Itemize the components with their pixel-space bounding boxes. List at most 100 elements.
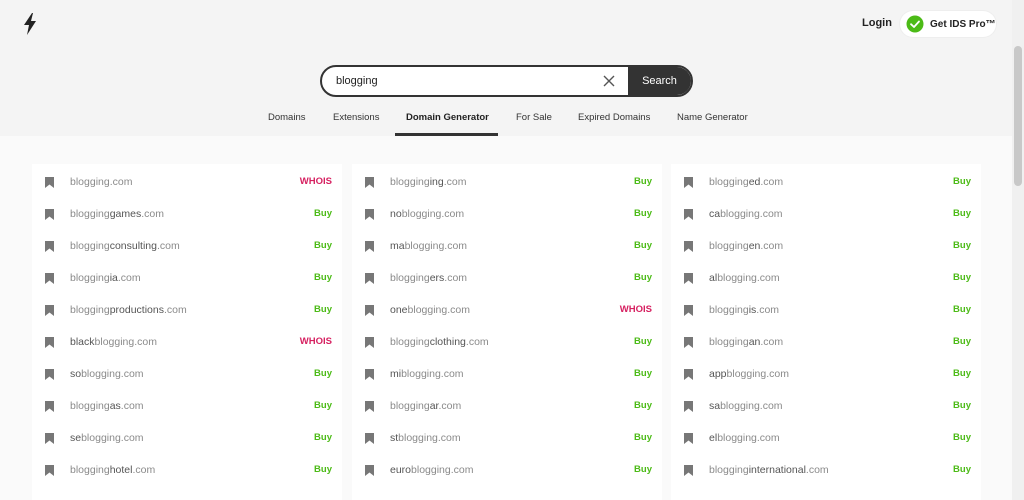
domain-row[interactable]: bloggingia.com Buy [32, 263, 342, 295]
bookmark-icon[interactable] [365, 337, 374, 348]
domain-name[interactable]: miblogging.com [390, 368, 464, 380]
domain-row[interactable]: bloggingar.com Buy [352, 391, 662, 423]
buy-link[interactable]: Buy [953, 432, 971, 443]
domain-row[interactable]: mablogging.com Buy [352, 231, 662, 263]
domain-name[interactable]: seblogging.com [70, 432, 144, 444]
bookmark-icon[interactable] [45, 433, 54, 444]
buy-link[interactable]: Buy [314, 304, 332, 315]
bookmark-icon[interactable] [365, 177, 374, 188]
buy-link[interactable]: Buy [634, 176, 652, 187]
domain-name[interactable]: blogginging.com [390, 176, 466, 188]
bookmark-icon[interactable] [684, 177, 693, 188]
domain-name[interactable]: oneblogging.com [390, 304, 470, 316]
bookmark-icon[interactable] [45, 337, 54, 348]
domain-row[interactable]: elblogging.com Buy [671, 423, 981, 455]
tab-domains[interactable]: Domains [268, 112, 306, 123]
domain-name[interactable]: elblogging.com [709, 432, 780, 444]
buy-link[interactable]: Buy [953, 336, 971, 347]
domain-row[interactable]: blogginging.com Buy [352, 167, 662, 199]
domain-row[interactable]: miblogging.com Buy [352, 359, 662, 391]
bookmark-icon[interactable] [45, 465, 54, 476]
domain-name[interactable]: noblogging.com [390, 208, 464, 220]
bookmark-icon[interactable] [684, 241, 693, 252]
buy-link[interactable]: Buy [634, 240, 652, 251]
tab-domain-generator[interactable]: Domain Generator [406, 112, 489, 123]
search-button[interactable]: Search [628, 67, 691, 95]
domain-row[interactable]: bloggingconsulting.com Buy [32, 231, 342, 263]
buy-link[interactable]: Buy [953, 240, 971, 251]
domain-row[interactable]: blogginged.com Buy [671, 167, 981, 199]
domain-row[interactable]: bloggingproductions.com Buy [32, 295, 342, 327]
buy-link[interactable]: Buy [634, 400, 652, 411]
bookmark-icon[interactable] [45, 241, 54, 252]
domain-row[interactable]: oneblogging.com WHOIS [352, 295, 662, 327]
buy-link[interactable]: Buy [953, 208, 971, 219]
buy-link[interactable]: Buy [314, 368, 332, 379]
domain-name[interactable]: mablogging.com [390, 240, 467, 252]
domain-name[interactable]: appblogging.com [709, 368, 789, 380]
buy-link[interactable]: Buy [634, 336, 652, 347]
bookmark-icon[interactable] [45, 177, 54, 188]
bookmark-icon[interactable] [684, 369, 693, 380]
bookmark-icon[interactable] [365, 369, 374, 380]
bookmark-icon[interactable] [684, 433, 693, 444]
buy-link[interactable]: Buy [314, 208, 332, 219]
buy-link[interactable]: Buy [634, 368, 652, 379]
domain-name[interactable]: euroblogging.com [390, 464, 473, 476]
bookmark-icon[interactable] [684, 209, 693, 220]
bookmark-icon[interactable] [365, 433, 374, 444]
buy-link[interactable]: Buy [953, 176, 971, 187]
domain-row[interactable]: bloggingan.com Buy [671, 327, 981, 359]
login-link[interactable]: Login [862, 17, 892, 29]
buy-link[interactable]: Buy [953, 304, 971, 315]
domain-name[interactable]: blogginginternational.com [709, 464, 829, 476]
tab-name-generator[interactable]: Name Generator [677, 112, 748, 123]
whois-link[interactable]: WHOIS [620, 304, 652, 315]
domain-name[interactable]: blogging.com [70, 176, 132, 188]
domain-row[interactable]: blackblogging.com WHOIS [32, 327, 342, 359]
domain-row[interactable]: sablogging.com Buy [671, 391, 981, 423]
domain-row[interactable]: stblogging.com Buy [352, 423, 662, 455]
whois-link[interactable]: WHOIS [300, 176, 332, 187]
bookmark-icon[interactable] [45, 273, 54, 284]
domain-name[interactable]: blogginggames.com [70, 208, 164, 220]
domain-row[interactable]: appblogging.com Buy [671, 359, 981, 391]
scrollbar[interactable] [1012, 0, 1024, 500]
domain-name[interactable]: bloggingers.com [390, 272, 467, 284]
domain-name[interactable]: bloggingconsulting.com [70, 240, 180, 252]
domain-name[interactable]: bloggingis.com [709, 304, 779, 316]
domain-name[interactable]: bloggingas.com [70, 400, 144, 412]
bookmark-icon[interactable] [45, 209, 54, 220]
search-input[interactable] [322, 67, 590, 95]
domain-row[interactable]: blogging.com WHOIS [32, 167, 342, 199]
domain-row[interactable]: blogginggames.com Buy [32, 199, 342, 231]
domain-row[interactable]: bloggingers.com Buy [352, 263, 662, 295]
bookmark-icon[interactable] [365, 273, 374, 284]
bookmark-icon[interactable] [365, 305, 374, 316]
domain-row[interactable]: blogginghotel.com Buy [32, 455, 342, 487]
domain-name[interactable]: bloggingproductions.com [70, 304, 187, 316]
bookmark-icon[interactable] [684, 337, 693, 348]
domain-row[interactable]: bloggingen.com Buy [671, 231, 981, 263]
domain-name[interactable]: blogginghotel.com [70, 464, 155, 476]
tab-for-sale[interactable]: For Sale [516, 112, 552, 123]
whois-link[interactable]: WHOIS [300, 336, 332, 347]
clear-search-button[interactable] [590, 67, 628, 95]
domain-name[interactable]: blackblogging.com [70, 336, 157, 348]
domain-row[interactable]: noblogging.com Buy [352, 199, 662, 231]
bookmark-icon[interactable] [45, 401, 54, 412]
domain-row[interactable]: cablogging.com Buy [671, 199, 981, 231]
buy-link[interactable]: Buy [953, 400, 971, 411]
bookmark-icon[interactable] [365, 465, 374, 476]
bookmark-icon[interactable] [684, 273, 693, 284]
buy-link[interactable]: Buy [634, 272, 652, 283]
bookmark-icon[interactable] [684, 465, 693, 476]
bookmark-icon[interactable] [365, 401, 374, 412]
bookmark-icon[interactable] [365, 209, 374, 220]
domain-row[interactable]: bloggingas.com Buy [32, 391, 342, 423]
domain-name[interactable]: alblogging.com [709, 272, 780, 284]
bookmark-icon[interactable] [45, 305, 54, 316]
domain-row[interactable]: soblogging.com Buy [32, 359, 342, 391]
buy-link[interactable]: Buy [634, 432, 652, 443]
buy-link[interactable]: Buy [953, 272, 971, 283]
